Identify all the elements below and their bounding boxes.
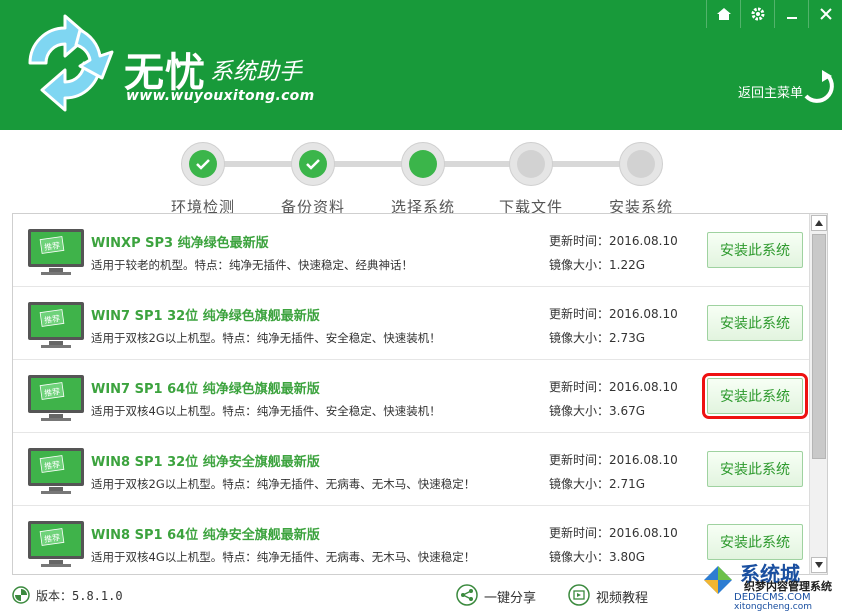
app-header: 无忧 系统助手 www.wuyouxitong.com 返回主菜单 (0, 0, 842, 130)
monitor-icon: 推荐 (28, 448, 84, 494)
system-name: WIN8 SP1 32位 纯净安全旗舰最新版 (91, 455, 320, 470)
check-icon (306, 159, 320, 170)
list-item: 推荐 WIN7 SP1 64位 纯净绿色旗舰最新版 适用于双核4G以上机型。特点… (13, 360, 809, 433)
list-item: 推荐 WIN8 SP1 64位 纯净安全旗舰最新版 适用于双核4G以上机型。特点… (13, 506, 809, 574)
app-subtitle: 系统助手 (210, 59, 302, 85)
window-controls (706, 0, 842, 28)
system-description: 适用于双核4G以上机型。特点：纯净无插件、安全稳定、快速装机！ (91, 404, 441, 418)
back-main-label: 返回主菜单 (738, 86, 804, 101)
progress-steps: 环境检测 备份资料 选择系统 下载文件 安装系统 (0, 130, 842, 216)
gear-icon[interactable] (740, 0, 774, 28)
list-item: 推荐 WIN8 SP1 32位 纯净安全旗舰最新版 适用于双核2G以上机型。特点… (13, 433, 809, 506)
close-icon[interactable] (808, 0, 842, 28)
system-name: WIN8 SP1 64位 纯净安全旗舰最新版 (91, 528, 320, 543)
minimize-icon[interactable] (774, 0, 808, 28)
app-url: www.wuyouxitong.com (126, 88, 315, 104)
monitor-icon: 推荐 (28, 229, 84, 275)
scroll-up-arrow-icon[interactable] (811, 215, 827, 231)
install-system-button[interactable]: 安装此系统 (707, 524, 803, 560)
update-time: 更新时间：2016.08.10 (549, 380, 678, 394)
image-size: 镜像大小：1.22G (549, 258, 646, 272)
home-icon[interactable] (706, 0, 740, 28)
system-description: 适用于双核2G以上机型。特点：纯净无插件、安全稳定、快速装机！ (91, 331, 441, 345)
system-name: WINXP SP3 纯净绿色最新版 (91, 236, 269, 251)
step-select-system: 选择系统 (378, 142, 468, 217)
monitor-icon: 推荐 (28, 375, 84, 421)
update-time: 更新时间：2016.08.10 (549, 453, 678, 467)
video-tutorial-icon[interactable] (568, 584, 590, 606)
share-icon[interactable] (456, 584, 478, 606)
image-size: 镜像大小：3.80G (549, 550, 646, 564)
system-description: 适用于双核4G以上机型。特点：纯净无插件、无病毒、无木马、快速稳定！ (91, 550, 476, 564)
recycle-logo-icon (28, 14, 114, 112)
list-item: 推荐 WIN7 SP1 32位 纯净绿色旗舰最新版 适用于双核2G以上机型。特点… (13, 287, 809, 360)
system-rows: 推荐 WINXP SP3 纯净绿色最新版 适用于较老的机型。特点：纯净无插件、快… (13, 214, 809, 574)
version-label: 版本：5.8.1.0 (36, 589, 123, 603)
back-to-main-menu-button[interactable]: 返回主菜单 (736, 66, 836, 106)
install-system-button[interactable]: 安装此系统 (707, 232, 803, 268)
install-system-button[interactable]: 安装此系统 (707, 451, 803, 487)
system-description: 适用于较老的机型。特点：纯净无插件、快速稳定、经典神话！ (91, 258, 413, 272)
monitor-icon: 推荐 (28, 302, 84, 348)
update-time: 更新时间：2016.08.10 (549, 526, 678, 540)
check-icon (196, 159, 210, 170)
update-time: 更新时间：2016.08.10 (549, 307, 678, 321)
back-arrow-icon (804, 70, 834, 103)
image-size: 镜像大小：2.73G (549, 331, 646, 345)
system-name: WIN7 SP1 32位 纯净绿色旗舰最新版 (91, 309, 320, 324)
step-environment-check: 环境检测 (158, 142, 248, 217)
system-name: WIN7 SP1 64位 纯净绿色旗舰最新版 (91, 382, 320, 397)
site-watermark: 系统城 织梦内容管理系统 DEDECMS.COM xitongcheng.com (700, 558, 842, 612)
windows-logo-icon (704, 566, 732, 594)
install-system-button[interactable]: 安装此系统 (707, 305, 803, 341)
install-system-button[interactable]: 安装此系统 (702, 373, 808, 419)
system-list: 推荐 WINXP SP3 纯净绿色最新版 适用于较老的机型。特点：纯净无插件、快… (12, 213, 828, 575)
version-icon (12, 586, 30, 604)
image-size: 镜像大小：3.67G (549, 404, 646, 418)
update-time: 更新时间：2016.08.10 (549, 234, 678, 248)
video-tutorial-link[interactable]: 视频教程 (596, 587, 648, 606)
list-item: 推荐 WINXP SP3 纯净绿色最新版 适用于较老的机型。特点：纯净无插件、快… (13, 214, 809, 287)
vertical-scrollbar[interactable] (809, 214, 827, 574)
watermark-line: xitongcheng.com (734, 602, 812, 612)
image-size: 镜像大小：2.71G (549, 477, 646, 491)
step-backup: 备份资料 (268, 142, 358, 217)
step-download: 下载文件 (486, 142, 576, 217)
monitor-icon: 推荐 (28, 521, 84, 567)
scrollbar-thumb[interactable] (812, 234, 826, 459)
step-install: 安装系统 (596, 142, 686, 217)
system-description: 适用于双核2G以上机型。特点：纯净无插件、无病毒、无木马、快速稳定！ (91, 477, 476, 491)
one-click-share-link[interactable]: 一键分享 (484, 587, 536, 606)
